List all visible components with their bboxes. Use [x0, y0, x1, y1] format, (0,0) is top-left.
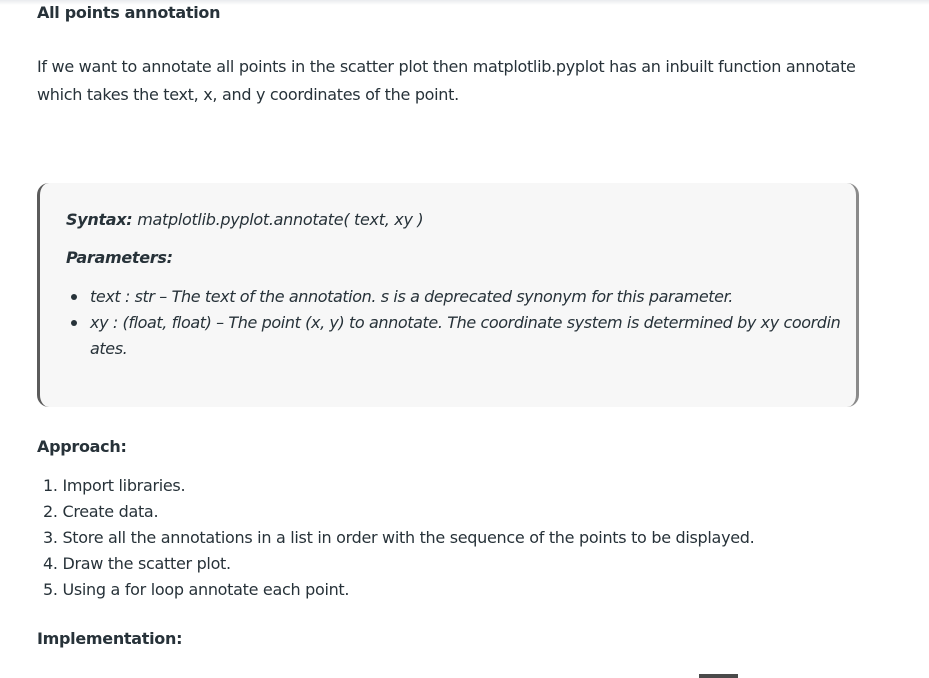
syntax-label: Syntax:	[66, 210, 133, 229]
parameter-item-xy: xy : (float, float) – The point (x, y) t…	[66, 310, 846, 362]
step-item: 1. Import libraries.	[43, 476, 186, 495]
approach-heading: Approach:	[37, 437, 127, 456]
section-heading: All points annotation	[37, 3, 221, 22]
parameters-list: text : str – The text of the annotation.…	[66, 284, 846, 362]
implementation-heading: Implementation:	[37, 629, 183, 648]
intro-paragraph: If we want to annotate all points in the…	[37, 57, 856, 104]
syntax-box: Syntax: matplotlib.pyplot.annotate( text…	[37, 183, 859, 407]
parameter-item-text: text : str – The text of the annotation.…	[66, 284, 846, 310]
step-item: 4. Draw the scatter plot.	[43, 554, 231, 573]
approach-steps: 1. Import libraries. 2. Create data. 3. …	[43, 473, 755, 603]
parameters-label: Parameters:	[66, 248, 173, 267]
code-block-edge	[699, 674, 738, 678]
syntax-value: matplotlib.pyplot.annotate( text, xy )	[132, 210, 424, 229]
step-item: 3. Store all the annotations in a list i…	[43, 528, 755, 547]
syntax-line: Syntax: matplotlib.pyplot.annotate( text…	[66, 210, 424, 229]
step-item: 5. Using a for loop annotate each point.	[43, 580, 350, 599]
step-item: 2. Create data.	[43, 502, 159, 521]
